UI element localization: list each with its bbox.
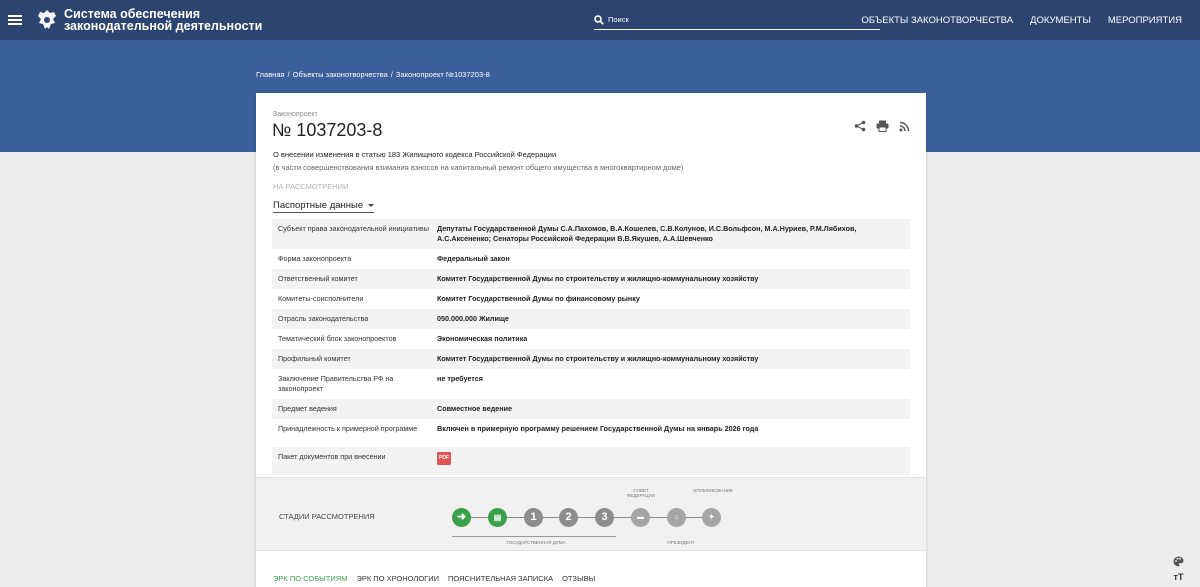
breadcrumb-home[interactable]: Главная	[256, 70, 285, 79]
passport-label: Паспортные данные	[273, 200, 364, 211]
property-row: Пакет документов при внесении PDF	[272, 447, 910, 475]
property-value: Федеральный закон	[437, 254, 510, 263]
breadcrumb-objects[interactable]: Объекты законотворчества	[293, 70, 388, 79]
property-row: Предмет ведения Совместное ведение	[272, 399, 910, 419]
caret-down-icon	[368, 203, 375, 207]
breadcrumb-current: Законопроект №1037203-8	[395, 70, 490, 79]
property-key: Комитеты-соисполнители	[278, 294, 364, 303]
property-key: Пакет документов при внесении	[278, 452, 386, 461]
print-icon[interactable]	[876, 120, 889, 132]
stage-president-label: ПРЕЗИДЕНТ	[667, 540, 695, 545]
brand-line2: законодательной деятельности	[64, 19, 263, 33]
breadcrumb-separator: /	[287, 70, 290, 79]
stage-reading-3[interactable]: 3	[595, 508, 614, 527]
tabs: ЭРК ПО СОБЫТИЯМ ЭРК ПО ХРОНОЛОГИИ ПОЯСНИ…	[273, 574, 595, 583]
card-actions	[854, 120, 910, 132]
stages-label: СТАДИИ РАССМОТРЕНИЯ	[279, 512, 375, 521]
bill-status: НА РАССМОТРЕНИИ	[273, 182, 349, 191]
stage-duma-label: ГОСУДАРСТВЕННАЯ ДУМА	[506, 540, 566, 545]
tab-explanatory-note[interactable]: ПОЯСНИТЕЛЬНАЯ ЗАПИСКА	[448, 574, 553, 583]
bill-description: О внесении изменения в статью 183 Жилищн…	[273, 150, 557, 159]
property-key: Отрасль законодательства	[278, 314, 369, 323]
property-row: Принадлежность к примерной программе Вклю…	[272, 419, 910, 447]
property-value: Включен в примерную программу решением Г…	[437, 424, 759, 433]
property-key: Форма законопроекта	[278, 254, 352, 263]
tab-reviews[interactable]: ОТЗЫВЫ	[562, 574, 595, 583]
stage-publication-icon[interactable]: ✦	[702, 508, 721, 527]
brand-title[interactable]: Система обеспечения законодательной деят…	[64, 8, 263, 33]
property-value-pdf: PDF	[437, 452, 904, 470]
property-key: Тематический блок законопроектов	[278, 334, 397, 343]
emblem-icon[interactable]	[36, 8, 58, 32]
property-value: Экономическая политика	[437, 334, 528, 343]
property-value: Комитет Государственной Думы по финансов…	[437, 294, 640, 303]
stage-reading-1[interactable]: 1	[524, 508, 543, 527]
palette-icon[interactable]	[1173, 556, 1184, 567]
share-icon[interactable]	[854, 120, 866, 132]
stage-introduced-arrow-icon[interactable]: ➜	[452, 508, 471, 527]
rss-icon[interactable]	[899, 121, 910, 132]
property-row: Ответственный комитет Комитет Государстве…	[272, 269, 910, 289]
bill-number: № 1037203-8	[272, 120, 383, 140]
properties-table: Субъект права законодательной инициативы…	[272, 219, 910, 475]
nav-objects[interactable]: ОБЪЕКТЫ ЗАКОНОТВОРЧЕСТВА	[861, 15, 1013, 26]
property-row: Заключение Правительства РФ на законопро…	[272, 369, 910, 399]
stages-panel: СТАДИИ РАССМОТРЕНИЯ ➜ ▤ 1 2 3 ▬ ⌂ ✦ СОВЕ…	[256, 477, 926, 551]
property-row: Форма законопроекта Федеральный закон	[272, 249, 910, 269]
top-bar: Система обеспечения законодательной деят…	[0, 0, 1200, 40]
property-value: Комитет Государственной Думы по строител…	[437, 354, 759, 363]
tab-chronology[interactable]: ЭРК ПО ХРОНОЛОГИИ	[356, 574, 439, 583]
tab-events[interactable]: ЭРК ПО СОБЫТИЯМ	[273, 574, 347, 583]
duma-bracket	[452, 536, 616, 537]
stage-reading-2[interactable]: 2	[559, 508, 578, 527]
breadcrumb: Главная / Объекты законотворчества / Законоп…	[256, 70, 490, 79]
stage-federation-council-label: СОВЕТ ФЕДЕРАЦИИ	[627, 488, 655, 498]
search-icon[interactable]	[594, 14, 604, 25]
bill-card: Законопроект № 1037203-8 О внесении изме…	[256, 93, 926, 587]
stage-publication-label: ОПУБЛИКОВАНИЕ	[692, 488, 734, 493]
property-key: Профильный комитет	[278, 354, 351, 363]
property-key: Субъект права законодательной инициативы	[278, 224, 429, 233]
nav-events[interactable]: МЕРОПРИЯТИЯ	[1108, 15, 1182, 26]
corner-tools: тТ	[1173, 556, 1184, 582]
top-nav: ОБЪЕКТЫ ЗАКОНОТВОРЧЕСТВА ДОКУМЕНТЫ МЕРОП…	[844, 0, 1182, 40]
property-key: Ответственный комитет	[278, 274, 358, 283]
nav-documents[interactable]: ДОКУМЕНТЫ	[1030, 15, 1091, 26]
property-value: Комитет Государственной Думы по строител…	[437, 274, 759, 283]
stage-president-icon[interactable]: ⌂	[667, 508, 686, 527]
stage-document-icon[interactable]: ▤	[488, 508, 507, 527]
pdf-icon[interactable]: PDF	[437, 452, 451, 465]
search-box	[594, 10, 880, 30]
property-key: Предмет ведения	[278, 404, 337, 413]
menu-icon[interactable]	[8, 13, 22, 27]
font-size-icon[interactable]: тТ	[1174, 572, 1184, 582]
breadcrumb-separator: /	[390, 70, 393, 79]
search-input[interactable]	[608, 15, 868, 24]
property-row: Тематический блок законопроектов Экономич…	[272, 329, 910, 349]
bill-kind: Законопроект	[273, 111, 318, 118]
property-value: Депутаты Государственной Думы С.А.Пахомо…	[437, 224, 857, 243]
property-row: Субъект права законодательной инициативы…	[272, 219, 910, 249]
property-value: Совместное ведение	[437, 404, 513, 413]
property-row: Профильный комитет Комитет Государственно…	[272, 349, 910, 369]
passport-toggle[interactable]: Паспортные данные	[273, 200, 375, 213]
property-row: Отрасль законодательства 050.000.000 Жили…	[272, 309, 910, 329]
property-key: Принадлежность к примерной программе	[278, 424, 418, 433]
property-row: Комитеты-соисполнители Комитет Государств…	[272, 289, 910, 309]
bill-subdescription: (в части совершенствования взимания взно…	[273, 163, 684, 172]
property-value: не требуется	[437, 374, 483, 383]
property-value: 050.000.000 Жилище	[437, 314, 509, 323]
property-key: Заключение Правительства РФ на законопро…	[278, 374, 394, 393]
stage-federation-council-icon[interactable]: ▬	[631, 508, 650, 527]
